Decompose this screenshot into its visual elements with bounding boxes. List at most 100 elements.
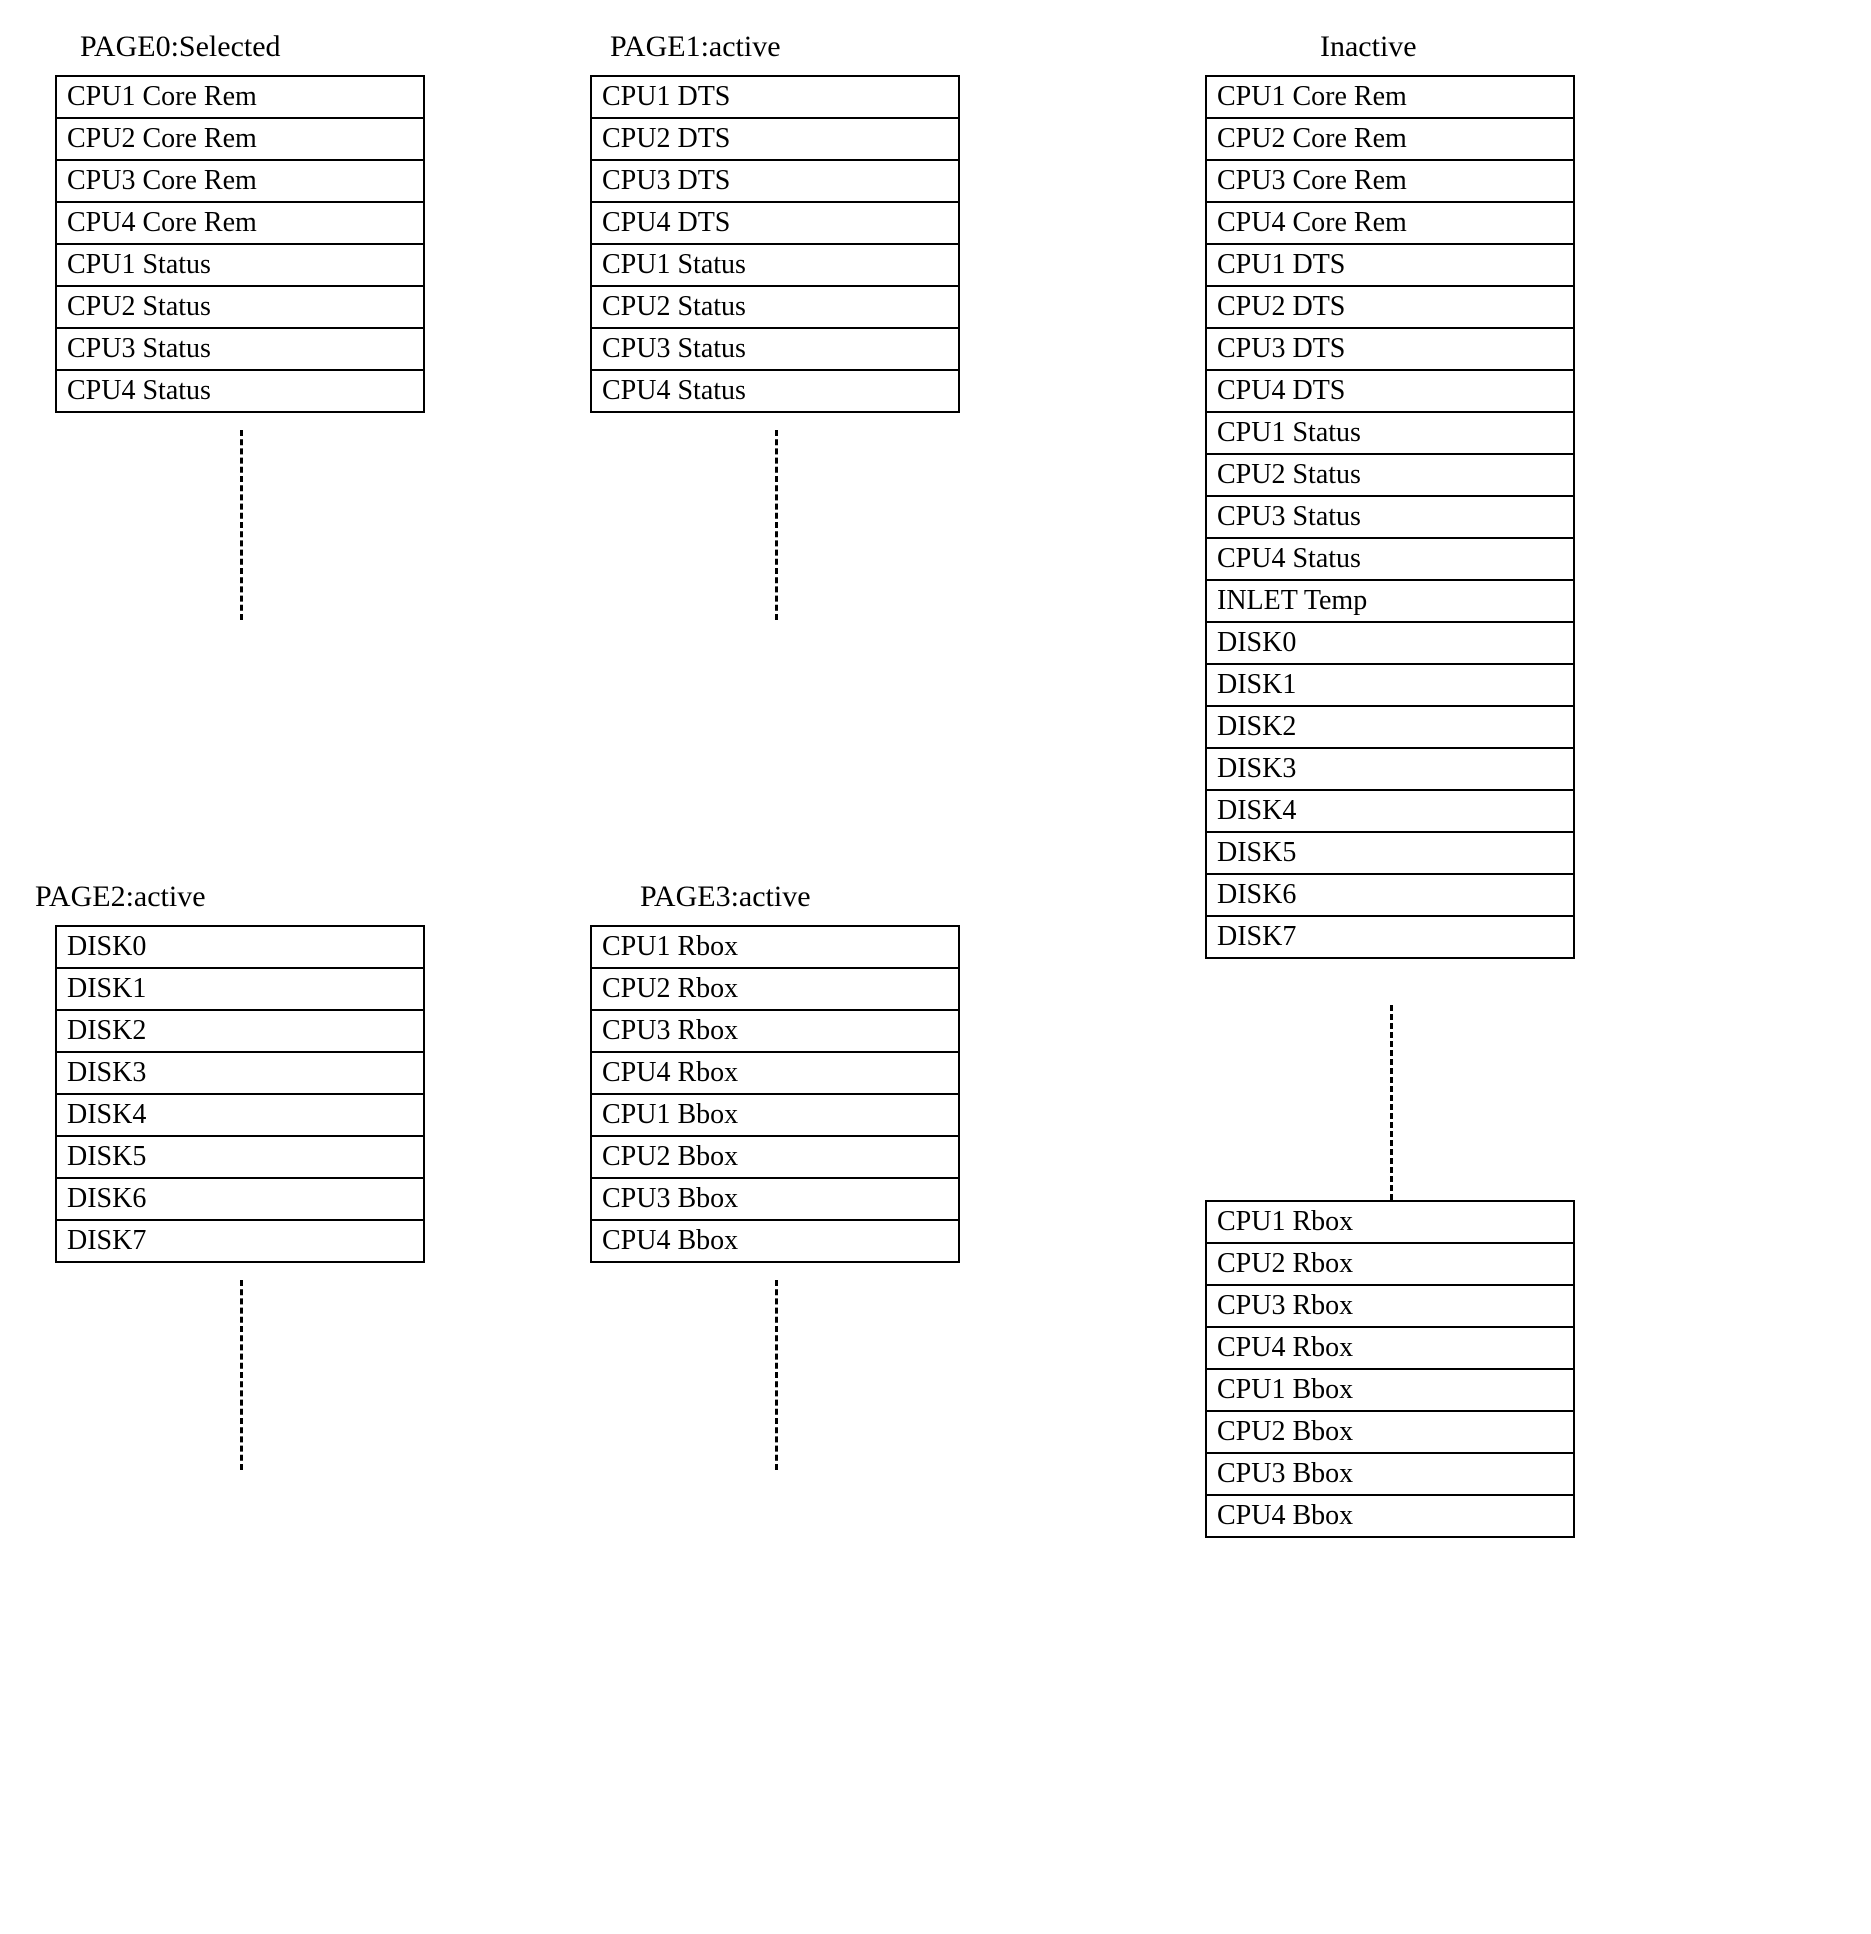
cell: CPU1 Status — [56, 244, 424, 286]
table-row: DISK4 — [1206, 790, 1574, 832]
table-row: CPU3 Rbox — [1206, 1285, 1574, 1327]
table-row: CPU4 Core Rem — [1206, 202, 1574, 244]
cell: CPU2 DTS — [591, 118, 959, 160]
cell: CPU1 Rbox — [1206, 1201, 1574, 1243]
cell: CPU4 Status — [56, 370, 424, 412]
cell: CPU2 Bbox — [1206, 1411, 1574, 1453]
table-row: CPU1 DTS — [1206, 244, 1574, 286]
cell: CPU4 Rbox — [1206, 1327, 1574, 1369]
cell: DISK0 — [56, 926, 424, 968]
cell: INLET Temp — [1206, 580, 1574, 622]
cell: CPU4 Bbox — [1206, 1495, 1574, 1537]
cell: CPU3 DTS — [591, 160, 959, 202]
cell: DISK3 — [56, 1052, 424, 1094]
table-row: DISK5 — [1206, 832, 1574, 874]
table-row: CPU4 DTS — [591, 202, 959, 244]
page2-title: PAGE2:active — [35, 880, 206, 914]
table-row: CPU1 Status — [1206, 412, 1574, 454]
table-row: CPU3 Status — [1206, 496, 1574, 538]
cell: CPU3 Status — [591, 328, 959, 370]
cell: CPU4 Status — [591, 370, 959, 412]
table-row: DISK1 — [1206, 664, 1574, 706]
table-row: CPU1 Rbox — [1206, 1201, 1574, 1243]
table-row: CPU2 Core Rem — [56, 118, 424, 160]
cell: CPU3 Rbox — [591, 1010, 959, 1052]
diagram-canvas: PAGE0:Selected PAGE1:active Inactive PAG… — [0, 0, 1871, 1934]
cell: CPU4 Core Rem — [56, 202, 424, 244]
table-row: CPU4 Status — [1206, 538, 1574, 580]
table-row: CPU1 Status — [56, 244, 424, 286]
cell: CPU2 Core Rem — [56, 118, 424, 160]
table-row: CPU2 Status — [591, 286, 959, 328]
cell: CPU2 Bbox — [591, 1136, 959, 1178]
cell: CPU2 Rbox — [1206, 1243, 1574, 1285]
table-row: CPU1 Core Rem — [1206, 76, 1574, 118]
cell: DISK6 — [56, 1178, 424, 1220]
page3-title: PAGE3:active — [640, 880, 811, 914]
table-row: CPU2 Rbox — [591, 968, 959, 1010]
cell: CPU2 Status — [56, 286, 424, 328]
page3-table: CPU1 Rbox CPU2 Rbox CPU3 Rbox CPU4 Rbox … — [590, 925, 960, 1263]
page2-table: DISK0 DISK1 DISK2 DISK3 DISK4 DISK5 DISK… — [55, 925, 425, 1263]
cell: CPU1 Status — [1206, 412, 1574, 454]
table-row: CPU3 DTS — [1206, 328, 1574, 370]
table-row: CPU4 DTS — [1206, 370, 1574, 412]
cell: DISK2 — [56, 1010, 424, 1052]
cell: CPU3 Status — [56, 328, 424, 370]
table-row: CPU1 Status — [591, 244, 959, 286]
table-row: CPU4 Status — [591, 370, 959, 412]
cell: DISK4 — [1206, 790, 1574, 832]
cell: DISK5 — [56, 1136, 424, 1178]
table-row: DISK3 — [56, 1052, 424, 1094]
cell: CPU4 Core Rem — [1206, 202, 1574, 244]
cell: CPU3 Status — [1206, 496, 1574, 538]
table-row: CPU4 Bbox — [591, 1220, 959, 1262]
continuation-line — [775, 430, 778, 620]
page1-title: PAGE1:active — [610, 30, 781, 64]
inactive-bottom-table: CPU1 Rbox CPU2 Rbox CPU3 Rbox CPU4 Rbox … — [1205, 1200, 1575, 1538]
cell: DISK0 — [1206, 622, 1574, 664]
table-row: DISK6 — [56, 1178, 424, 1220]
table-row: CPU1 DTS — [591, 76, 959, 118]
cell: CPU4 Status — [1206, 538, 1574, 580]
table-row: DISK5 — [56, 1136, 424, 1178]
table-row: CPU2 Bbox — [591, 1136, 959, 1178]
table-row: DISK3 — [1206, 748, 1574, 790]
page0-table: CPU1 Core Rem CPU2 Core Rem CPU3 Core Re… — [55, 75, 425, 413]
table-row: DISK0 — [56, 926, 424, 968]
cell: DISK2 — [1206, 706, 1574, 748]
cell: CPU2 Status — [591, 286, 959, 328]
cell: CPU4 Bbox — [591, 1220, 959, 1262]
cell: DISK7 — [1206, 916, 1574, 958]
cell: CPU2 DTS — [1206, 286, 1574, 328]
table-row: CPU3 Rbox — [591, 1010, 959, 1052]
continuation-line — [775, 1280, 778, 1470]
cell: CPU1 Bbox — [591, 1094, 959, 1136]
table-row: DISK0 — [1206, 622, 1574, 664]
table-row: CPU3 Bbox — [591, 1178, 959, 1220]
table-row: CPU3 Core Rem — [56, 160, 424, 202]
cell: CPU4 DTS — [1206, 370, 1574, 412]
table-row: DISK7 — [56, 1220, 424, 1262]
cell: CPU3 Core Rem — [1206, 160, 1574, 202]
table-row: CPU3 Status — [56, 328, 424, 370]
table-row: DISK2 — [56, 1010, 424, 1052]
table-row: CPU2 DTS — [591, 118, 959, 160]
table-row: CPU4 Core Rem — [56, 202, 424, 244]
cell: CPU1 Status — [591, 244, 959, 286]
table-row: CPU2 DTS — [1206, 286, 1574, 328]
table-row: CPU4 Rbox — [1206, 1327, 1574, 1369]
cell: CPU3 Bbox — [591, 1178, 959, 1220]
table-row: CPU1 Rbox — [591, 926, 959, 968]
table-row: CPU2 Bbox — [1206, 1411, 1574, 1453]
table-row: CPU1 Bbox — [1206, 1369, 1574, 1411]
table-row: CPU1 Bbox — [591, 1094, 959, 1136]
table-row: CPU2 Core Rem — [1206, 118, 1574, 160]
cell: DISK1 — [56, 968, 424, 1010]
cell: DISK5 — [1206, 832, 1574, 874]
inactive-title: Inactive — [1320, 30, 1417, 64]
table-row: CPU2 Rbox — [1206, 1243, 1574, 1285]
cell: CPU4 Rbox — [591, 1052, 959, 1094]
table-row: CPU4 Rbox — [591, 1052, 959, 1094]
continuation-line — [1390, 1005, 1393, 1200]
